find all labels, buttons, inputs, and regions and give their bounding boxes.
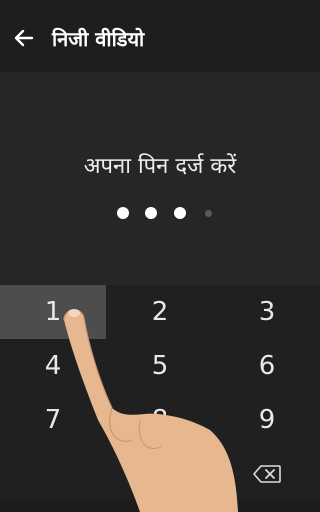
- pin-dot-empty: [205, 210, 212, 217]
- key-2[interactable]: 2: [107, 285, 213, 339]
- keypad: 1 2 3 4 5 6 7 8 9 0: [0, 285, 320, 500]
- key-8[interactable]: 8: [107, 393, 213, 447]
- arrow-left-icon[interactable]: [10, 24, 38, 52]
- key-4[interactable]: 4: [0, 339, 106, 393]
- backspace-button[interactable]: [214, 447, 320, 501]
- key-1[interactable]: 1: [0, 285, 106, 339]
- key-0[interactable]: 0: [107, 447, 213, 501]
- page-title: निजी वीडियो: [52, 27, 145, 51]
- backspace-icon: [253, 465, 281, 483]
- pin-prompt: अपना पिन दर्ज करें: [83, 154, 237, 179]
- bottom-bar: [0, 500, 320, 512]
- key-3[interactable]: 3: [214, 285, 320, 339]
- key-5[interactable]: 5: [107, 339, 213, 393]
- key-9[interactable]: 9: [214, 393, 320, 447]
- pin-dots: [0, 205, 320, 221]
- app-bar: निजी वीडियो: [0, 0, 320, 72]
- pin-dot-filled: [117, 207, 129, 219]
- key-6[interactable]: 6: [214, 339, 320, 393]
- key-7[interactable]: 7: [0, 393, 106, 447]
- pin-dot-filled: [174, 207, 186, 219]
- pin-dot-filled: [145, 207, 157, 219]
